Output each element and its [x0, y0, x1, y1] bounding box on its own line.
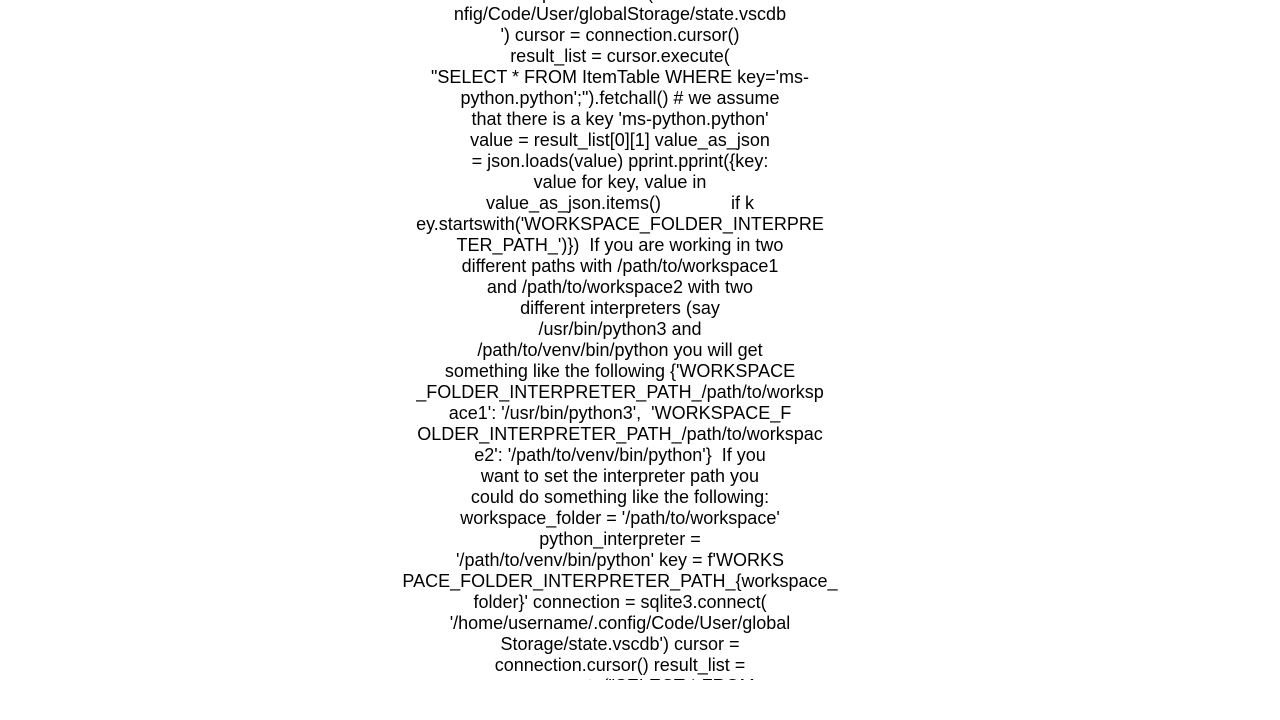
text-line: result_list = cursor.execute( [510, 46, 730, 66]
text-line: ') cursor = connection.cursor() [500, 25, 740, 45]
text-line: "SELECT * FROM ItemTable WHERE key='ms- [430, 67, 810, 87]
document-text: connection = sqlite3.connect('/home/user… [400, 0, 840, 680]
text-line: value for key, value in [533, 172, 707, 192]
text-line: want to set the interpreter path you [480, 466, 760, 486]
text-line: PACE_FOLDER_INTERPRETER_PATH_{workspace_ [402, 571, 838, 591]
text-line: '/home/username/.config/Code/User/global [449, 613, 791, 633]
text-line: OLDER_INTERPRETER_PATH_/path/to/workspac [417, 424, 823, 444]
text-line: /usr/bin/python3 and [538, 319, 702, 339]
text-line: Storage/state.vscdb') cursor = [500, 634, 740, 654]
text-line: /path/to/venv/bin/python you will get [477, 340, 763, 360]
text-line: TER_PATH_')}) If you are working in two [456, 235, 784, 255]
text-line: '/path/to/venv/bin/python' key = f'WORKS [456, 550, 784, 570]
text-line: something like the following {'WORKSPACE [444, 361, 796, 381]
text-line: = json.loads(value) pprint.pprint({key: [471, 151, 769, 171]
text-line: cursor.execute("SELECT * FROM [400, 676, 840, 680]
text-line: python.python';").fetchall() # we assume [460, 88, 780, 108]
text-line: different interpreters (say [520, 298, 720, 318]
text-line: and /path/to/workspace2 with two [486, 277, 754, 297]
text-line: folder}' connection = sqlite3.connect( [473, 592, 767, 612]
text-line: different paths with /path/to/workspace1 [461, 256, 779, 276]
text-line: could do something like the following: [470, 487, 770, 507]
text-line: python_interpreter = [539, 529, 701, 549]
text-line: ey.startswith('WORKSPACE_FOLDER_INTERPRE [416, 214, 824, 234]
text-line: ace1': '/usr/bin/python3', 'WORKSPACE_F [448, 403, 792, 423]
text-line: connection.cursor() result_list = [494, 655, 746, 675]
text-line: that there is a key 'ms-python.python' [471, 109, 769, 129]
text-line: nfig/Code/User/globalStorage/state.vscdb [453, 4, 787, 24]
text-line: _FOLDER_INTERPRETER_PATH_/path/to/worksp [416, 382, 824, 402]
document-viewport: connection = sqlite3.connect('/home/user… [0, 0, 1280, 680]
text-line: value = result_list[0][1] value_as_json [470, 130, 770, 150]
text-line: workspace_folder = '/path/to/workspace' [460, 508, 780, 528]
text-line: value_as_json.items() if k [485, 193, 755, 213]
text-line: e2': '/path/to/venv/bin/python'} If you [474, 445, 766, 465]
